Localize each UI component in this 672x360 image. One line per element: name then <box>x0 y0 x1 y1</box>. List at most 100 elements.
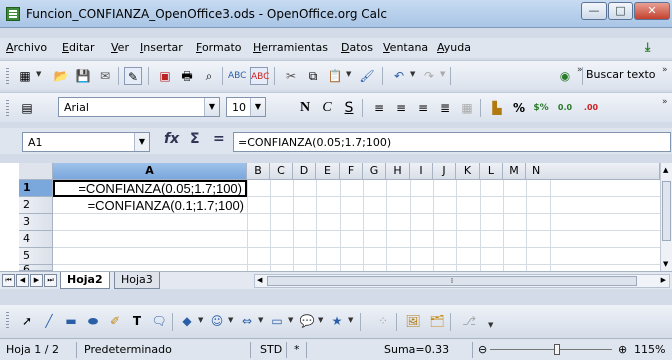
undo-icon[interactable]: ↶ <box>390 67 408 85</box>
row-header-1[interactable]: 1 <box>19 180 53 197</box>
underline-button[interactable]: S <box>340 99 358 117</box>
zoom-level[interactable]: 115% <box>634 342 665 358</box>
percent-format-button[interactable]: % <box>510 99 528 117</box>
chevron-down-icon[interactable]: ▼ <box>250 98 265 116</box>
chevron-down-icon[interactable]: ▼ <box>288 316 296 324</box>
justify-icon[interactable]: ≣ <box>436 99 454 117</box>
close-button[interactable]: ✕ <box>634 2 670 20</box>
column-header-d[interactable]: D <box>293 163 316 180</box>
toolbar-grip[interactable] <box>6 68 9 84</box>
menu-ayuda[interactable]: Ayuda <box>437 41 471 54</box>
chevron-down-icon[interactable]: ▼ <box>36 70 44 78</box>
menu-archivo[interactable]: Archivo <box>6 41 47 54</box>
column-header-h[interactable]: H <box>386 163 410 180</box>
zoom-out-icon[interactable]: ⊖ <box>478 342 487 358</box>
rectangle-icon[interactable]: ▬ <box>62 312 80 330</box>
stars-icon[interactable]: ★ <box>328 312 346 330</box>
cell-a1[interactable]: =CONFIANZA(0.05;1.7;100) <box>53 180 247 197</box>
toolbar-grip[interactable] <box>6 100 9 116</box>
scroll-up-icon[interactable]: ▲ <box>663 166 668 174</box>
chevron-down-icon[interactable]: ▼ <box>346 70 354 78</box>
callout-icon[interactable]: 🗨 <box>150 312 168 330</box>
previous-sheet-icon[interactable]: ◀ <box>16 274 29 287</box>
paste-icon[interactable]: 📋 <box>326 67 344 85</box>
find-text-button[interactable]: Buscar texto <box>586 68 656 81</box>
chevron-down-icon[interactable]: ▼ <box>198 316 206 324</box>
redo-icon[interactable]: ↷ <box>420 67 438 85</box>
scroll-thumb[interactable]: ⁞ <box>267 276 637 286</box>
menu-formato[interactable]: Formato <box>196 41 242 54</box>
column-header-n[interactable]: N <box>526 163 660 180</box>
text-icon[interactable]: T <box>128 312 146 330</box>
add-decimal-button[interactable]: 0.0 <box>556 99 574 117</box>
scroll-right-icon[interactable]: ▶ <box>661 276 666 284</box>
email-icon[interactable]: ✉ <box>96 67 114 85</box>
block-arrows-icon[interactable]: ⇔ <box>238 312 256 330</box>
function-wizard-button[interactable]: fx <box>164 131 179 147</box>
align-left-icon[interactable]: ≡ <box>370 99 388 117</box>
align-right-icon[interactable]: ≡ <box>414 99 432 117</box>
scroll-thumb[interactable] <box>662 181 671 241</box>
font-size-select[interactable]: 10 ▼ <box>226 97 266 117</box>
column-header-f[interactable]: F <box>340 163 363 180</box>
copy-icon[interactable]: ⧉ <box>304 67 322 85</box>
more-options-icon[interactable]: » <box>662 65 670 75</box>
scroll-left-icon[interactable]: ◀ <box>257 276 262 284</box>
menu-herramientas[interactable]: Herramientas <box>253 41 328 54</box>
align-center-icon[interactable]: ≡ <box>392 99 410 117</box>
first-sheet-icon[interactable]: ⏮ <box>2 274 15 287</box>
name-box[interactable]: A1 ▼ <box>22 132 150 152</box>
italic-button[interactable]: C <box>318 99 336 117</box>
font-name-select[interactable]: Arial ▼ <box>58 97 220 117</box>
chevron-down-icon[interactable]: ▼ <box>204 98 219 116</box>
styles-icon[interactable]: ▤ <box>18 99 36 117</box>
row-header-2[interactable]: 2 <box>19 197 53 214</box>
scroll-down-icon[interactable]: ▼ <box>663 260 668 268</box>
close-document-icon[interactable]: ⤓ <box>645 40 661 56</box>
chevron-down-icon[interactable]: ▼ <box>258 316 266 324</box>
maximize-button[interactable]: □ <box>608 2 633 20</box>
autospellcheck-icon[interactable]: ABC <box>250 67 269 85</box>
horizontal-scrollbar[interactable]: ◀ ⁞ ▶ <box>254 274 670 288</box>
more-options-icon[interactable]: » <box>662 97 670 107</box>
column-header-a[interactable]: A <box>53 163 247 180</box>
save-icon[interactable]: 💾 <box>74 67 92 85</box>
vertical-scrollbar[interactable]: ▲ ▼ <box>660 163 672 271</box>
merge-cells-icon[interactable]: ▦ <box>458 99 476 117</box>
select-arrow-icon[interactable]: ➚ <box>18 312 36 330</box>
column-header-l[interactable]: L <box>480 163 503 180</box>
spellcheck-icon[interactable]: ABC <box>228 67 246 85</box>
column-header-m[interactable]: M <box>503 163 526 180</box>
freeform-icon[interactable]: ✐ <box>106 312 124 330</box>
row-header-3[interactable]: 3 <box>19 214 53 231</box>
page-preview-icon[interactable]: ⌕ <box>200 67 218 85</box>
new-document-icon[interactable]: ▦ <box>16 67 34 85</box>
row-header-4[interactable]: 4 <box>19 231 53 248</box>
cell-a2[interactable]: =CONFIANZA(0.1;1.7;100) <box>53 197 247 214</box>
chevron-down-icon[interactable]: ▼ <box>228 316 236 324</box>
column-header-g[interactable]: G <box>363 163 386 180</box>
column-header-j[interactable]: J <box>433 163 456 180</box>
menu-ventana[interactable]: Ventana <box>383 41 428 54</box>
chevron-down-icon[interactable]: ▼ <box>440 70 448 78</box>
selection-mode[interactable]: STD <box>260 342 282 358</box>
open-folder-icon[interactable]: 📂 <box>52 67 70 85</box>
sheet-tab-hoja2[interactable]: Hoja2 <box>60 272 110 289</box>
column-header-e[interactable]: E <box>316 163 340 180</box>
column-header-k[interactable]: K <box>456 163 480 180</box>
zoom-in-icon[interactable]: ⊕ <box>618 342 627 358</box>
clone-formatting-icon[interactable]: 🖌 <box>358 67 376 85</box>
text-direction-icon[interactable]: ▙ <box>488 99 506 117</box>
formula-input[interactable]: =CONFIANZA(0.05;1.7;100) <box>233 132 671 152</box>
chevron-down-icon[interactable]: ▼ <box>318 316 326 324</box>
bold-button[interactable]: N <box>296 99 314 117</box>
edit-file-icon[interactable]: ✎ <box>124 67 142 85</box>
sum-button[interactable]: Σ <box>190 131 200 147</box>
fontwork-icon[interactable]: 🖼 <box>404 312 422 330</box>
callouts-icon[interactable]: 💬 <box>298 312 316 330</box>
function-button[interactable]: = <box>213 131 225 147</box>
from-file-icon[interactable]: 🗂 <box>428 312 446 330</box>
row-header-5[interactable]: 5 <box>19 248 53 265</box>
points-icon[interactable]: ⁘ <box>374 312 392 330</box>
column-header-b[interactable]: B <box>247 163 270 180</box>
